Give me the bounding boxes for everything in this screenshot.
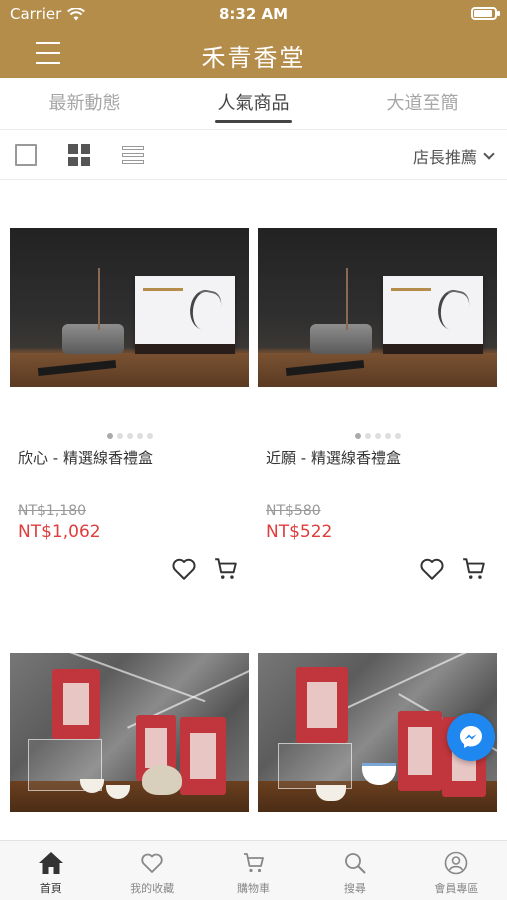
cart-icon <box>243 853 264 873</box>
sort-label: 店長推薦 <box>412 148 477 167</box>
messenger-icon <box>460 726 482 748</box>
sale-price: NT$522 <box>266 522 333 542</box>
sale-price: NT$1,062 <box>18 522 101 542</box>
product-card[interactable] <box>10 653 249 812</box>
nav-favorites[interactable]: 我的收藏 <box>101 841 202 900</box>
product-name: 近願 - 精選線香禮盒 <box>266 449 401 467</box>
nav-search[interactable]: 搜尋 <box>304 841 405 900</box>
nav-home[interactable]: 首頁 <box>0 841 101 900</box>
single-view-icon[interactable] <box>15 144 37 166</box>
original-price: NT$1,180 <box>18 503 87 519</box>
status-bar: Carrier 8:32 AM <box>0 0 507 28</box>
nav-label: 首頁 <box>39 882 62 895</box>
cart-icon[interactable] <box>213 556 239 582</box>
user-icon <box>445 851 468 875</box>
heart-icon <box>141 853 163 873</box>
messenger-button[interactable] <box>447 713 495 761</box>
chevron-down-icon <box>483 148 495 160</box>
nav-label: 我的收藏 <box>130 882 175 895</box>
tab-latest-news[interactable]: 最新動態 <box>0 78 169 129</box>
nav-cart[interactable]: 購物車 <box>203 841 304 900</box>
tab-simplicity[interactable]: 大道至簡 <box>338 78 507 129</box>
product-card[interactable]: 欣心 - 精選線香禮盒 NT$1,180 NT$1,062 <box>10 228 249 592</box>
list-view-icon[interactable] <box>122 144 144 166</box>
nav-label: 會員專區 <box>434 882 479 895</box>
heart-icon[interactable] <box>419 556 445 582</box>
product-grid: 欣心 - 精選線香禮盒 NT$1,180 NT$1,062 近願 - 精選線香禮… <box>0 181 507 840</box>
grid-view-icon[interactable] <box>68 144 90 166</box>
app-header: 禾青香堂 <box>0 28 507 78</box>
bottom-tab-bar: 首頁 我的收藏 購物車 搜尋 會員專區 <box>0 840 507 900</box>
view-toolbar: 店長推薦 <box>0 130 507 180</box>
product-image[interactable] <box>10 228 249 387</box>
product-image[interactable] <box>258 228 497 387</box>
app-title: 禾青香堂 <box>201 44 306 72</box>
image-pager <box>10 431 249 445</box>
battery-icon <box>471 7 500 20</box>
status-time: 8:32 AM <box>218 5 289 23</box>
nav-label: 搜尋 <box>343 882 366 895</box>
sort-dropdown[interactable]: 店長推薦 <box>412 144 495 168</box>
heart-icon[interactable] <box>171 556 197 582</box>
product-card[interactable]: 近願 - 精選線香禮盒 NT$580 NT$522 <box>258 228 497 592</box>
product-name: 欣心 - 精選線香禮盒 <box>18 449 153 467</box>
cart-icon[interactable] <box>461 556 487 582</box>
tab-popular-products[interactable]: 人氣商品 <box>169 78 338 129</box>
category-tabs: 最新動態 人氣商品 大道至簡 <box>0 78 507 130</box>
home-icon <box>38 852 63 874</box>
nav-label: 購物車 <box>237 882 271 895</box>
product-image[interactable] <box>10 653 249 812</box>
original-price: NT$580 <box>266 503 321 519</box>
nav-member[interactable]: 會員專區 <box>406 841 507 900</box>
image-pager <box>258 431 497 445</box>
search-icon <box>345 853 366 874</box>
